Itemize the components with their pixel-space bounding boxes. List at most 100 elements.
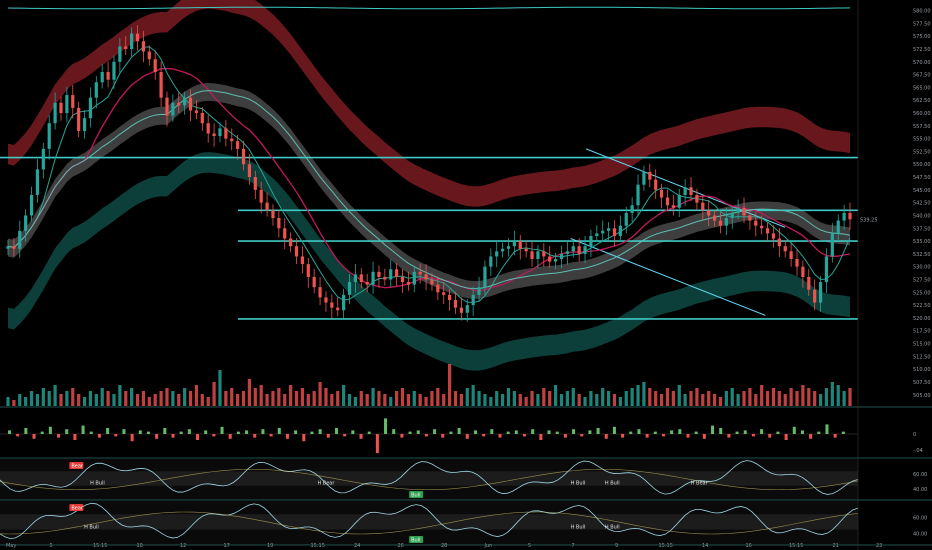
volume-bar [542,388,546,406]
histogram-bar [57,434,61,438]
candle-body [506,246,511,249]
candle-body [771,233,776,239]
volume-bar [153,394,157,406]
candle-body [336,307,340,311]
candle-body [135,33,140,42]
time-tick: 15:15 [93,543,107,549]
time-tick: 26 [398,543,404,549]
candle-body [194,110,199,114]
histogram-bar [719,428,723,434]
candle-body [689,187,693,195]
candle-body [677,194,681,208]
volume-bars [6,364,852,406]
candle-body [624,212,628,226]
volume-bar [824,388,829,406]
volume-bar [489,397,493,406]
candle-body [353,274,358,283]
candle-body [489,256,493,267]
candle-body [836,220,840,234]
candle-body [283,228,287,239]
price-tick: 577.50 [913,21,931,27]
price-axis[interactable]: 580.00 577.50 575.00 572.50 570.00 567.50 565.… [859,9,931,399]
volume-bar [677,385,681,406]
time-axis[interactable]: May 5 15:15 10 12 17 19 15:15 24 26 28 Jun 5 7 9 15:15 1… [6,543,882,549]
price-tick: 517.50 [913,329,931,335]
candle-body [359,274,363,283]
volume-bar [359,391,363,406]
trading-chart[interactable]: 0 -.04 Bear H Bull H Bear Bull H Bull H Bull H … [0,0,932,550]
volume-bar [813,391,817,406]
candle-body [289,238,293,247]
time-tick: 15:15 [789,543,803,549]
candle-body [636,184,640,206]
volume-bar [271,391,275,406]
histogram-bar [171,434,175,438]
candle-body [695,194,699,203]
price-tick: 512.50 [913,354,931,360]
volume-bar [24,397,28,406]
candle-body [12,246,16,249]
volume-bar [294,391,299,406]
histogram-tick: -.04 [913,448,923,454]
histogram-bar [416,430,420,434]
histogram-bar [24,428,28,434]
histogram-bar [196,434,200,440]
volume-bar [583,397,587,406]
candle-body [400,276,405,283]
volume-bar [630,388,634,406]
histogram-bar [612,426,616,434]
candle-body [612,228,617,236]
candle-body [642,171,646,185]
candle-body [500,248,505,252]
histogram-bar [580,434,584,437]
candle-body [82,118,87,131]
volume-bar [353,397,358,406]
candle-body [524,248,528,252]
histogram-bar [555,431,559,434]
candle-body [130,33,134,49]
candle-body [495,251,499,257]
volume-bar [465,388,469,406]
histogram-bar [604,434,608,439]
histogram-bar [277,428,281,434]
price-tick: 527.50 [913,277,931,283]
candle-body [724,218,728,226]
volume-bar [406,394,410,406]
histogram-bar [245,430,249,434]
volume-bar [430,391,434,406]
volume-bar [448,364,452,406]
histogram-bar [138,430,142,434]
price-tick: 535.00 [913,239,931,245]
histogram-bar [48,426,52,434]
volume-bar [224,391,228,406]
time-tick: 14 [702,543,708,549]
histogram-bar [490,429,494,434]
volume-bar [707,391,711,406]
volume-bar [689,391,693,406]
volume-bar [94,394,98,406]
candle-body [518,241,522,249]
volume-bar [112,394,116,406]
histogram-bar [841,431,845,434]
candle-body [630,205,634,213]
histogram-bar [547,430,551,434]
time-tick: 19 [267,543,273,549]
histogram-bar [359,434,363,439]
histogram-bar [351,430,355,434]
candle-body [801,266,805,277]
volume-bar [29,391,34,406]
histogram-bar [408,431,412,434]
candle-body [100,72,104,83]
candle-body [712,215,717,221]
histogram-bar [449,431,453,434]
candle-body [559,253,564,260]
osc-annotation: H Bear [691,480,709,486]
volume-bar [783,394,787,406]
time-tick: 7 [572,543,575,549]
price-tick: 565.00 [913,85,931,91]
histogram-bar [204,430,208,434]
candle-body [247,164,252,178]
candle-body [106,72,110,80]
histogram-bar [833,434,837,438]
volume-bar [842,391,846,406]
